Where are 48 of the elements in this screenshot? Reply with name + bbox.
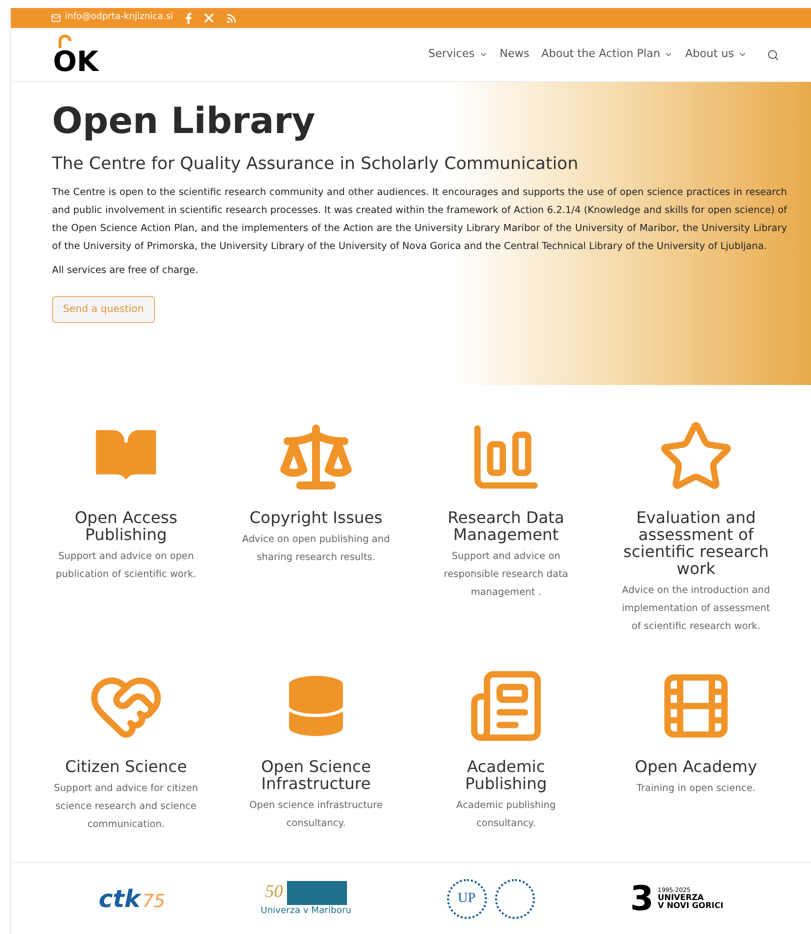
- service-title[interactable]: Evaluation and assessment of scientific research work: [616, 509, 776, 577]
- nav-link[interactable]: Services: [428, 46, 488, 63]
- service-description: Training in open science.: [636, 782, 756, 796]
- service-description: Support and advice on open publication of scientific work.: [54, 550, 198, 582]
- logo-text: V NOVI GORICI: [658, 902, 724, 910]
- service-title[interactable]: Open Access Publishing: [46, 509, 206, 543]
- service-title[interactable]: Research Data Management: [426, 509, 586, 543]
- search-icon[interactable]: [767, 48, 779, 60]
- service-title[interactable]: Open Science Infrastructure: [236, 758, 396, 792]
- x-icon[interactable]: [204, 13, 214, 23]
- logo-text: 3: [630, 882, 654, 916]
- logo-text: 75: [142, 890, 166, 914]
- page-subtitle: The Centre for Quality Assurance in Scholarly Communication: [52, 153, 580, 176]
- nav-link[interactable]: About us: [685, 46, 747, 63]
- service-title[interactable]: Academic Publishing: [426, 758, 586, 792]
- page-title: Open Library: [52, 104, 316, 140]
- envelope-icon: [51, 13, 61, 23]
- caret-icon: [664, 50, 674, 59]
- service-title[interactable]: Open Academy: [634, 758, 758, 775]
- caret-icon: [478, 50, 488, 59]
- nav-link[interactable]: News: [500, 46, 530, 63]
- service-description: Open science infrastructure consultancy.: [248, 799, 384, 831]
- service-description: Academic publishing consultancy.: [455, 799, 557, 831]
- site-logo[interactable]: OK: [53, 34, 98, 76]
- newspaper-icon: [468, 668, 544, 744]
- intro-paragraph: The Centre is open to the scientific research community and other audiences. It encourages and supports the use of open science practices in research and public involvement in scientific research processes. It was created within the framework of Action 6.2.1/4 (Knowledge and skills for open science) of the Open Science Action Plan, and the implementers of the Action are the University Library Maribor of the University of Maribor, the University Library of the University of Primorska, the University Library of the University of Nova Gorica and the Central Technical Library of the University of Ljubljana.: [52, 186, 787, 254]
- service-description: Support and advice for citizen science research and science communication.: [52, 782, 200, 832]
- logo-text: 50: [264, 880, 283, 904]
- service-description: Advice on the introduction and implementation of assessment of scientific research work.: [620, 584, 772, 634]
- service-description: Support and advice on responsible research data management .: [442, 550, 570, 600]
- service-description: Advice on open publishing and sharing research results.: [241, 533, 391, 565]
- seal-icon: [494, 878, 535, 918]
- service-title[interactable]: Copyright Issues: [250, 509, 382, 526]
- logo-text: Univerza v Mariboru: [260, 905, 352, 918]
- service-title[interactable]: Citizen Science: [65, 758, 187, 775]
- rss-icon[interactable]: [226, 12, 238, 24]
- nav-link[interactable]: About the Action Plan: [541, 46, 674, 63]
- facebook-icon[interactable]: [185, 12, 192, 24]
- caret-icon: [738, 50, 747, 59]
- lock-shackle-icon: [57, 34, 73, 48]
- partner-logo[interactable]: 50 Univerza v Mariboru: [260, 878, 352, 919]
- logo-text: UP: [446, 878, 487, 918]
- partner-logo[interactable]: UP: [446, 878, 535, 918]
- intro-paragraph: All services are free of charge.: [52, 264, 200, 278]
- logo-text: ctk: [98, 884, 140, 914]
- logo-text: OK: [53, 48, 98, 76]
- logo-text: UNIVERZA: [658, 894, 705, 902]
- partner-logo[interactable]: ctk75: [98, 880, 166, 916]
